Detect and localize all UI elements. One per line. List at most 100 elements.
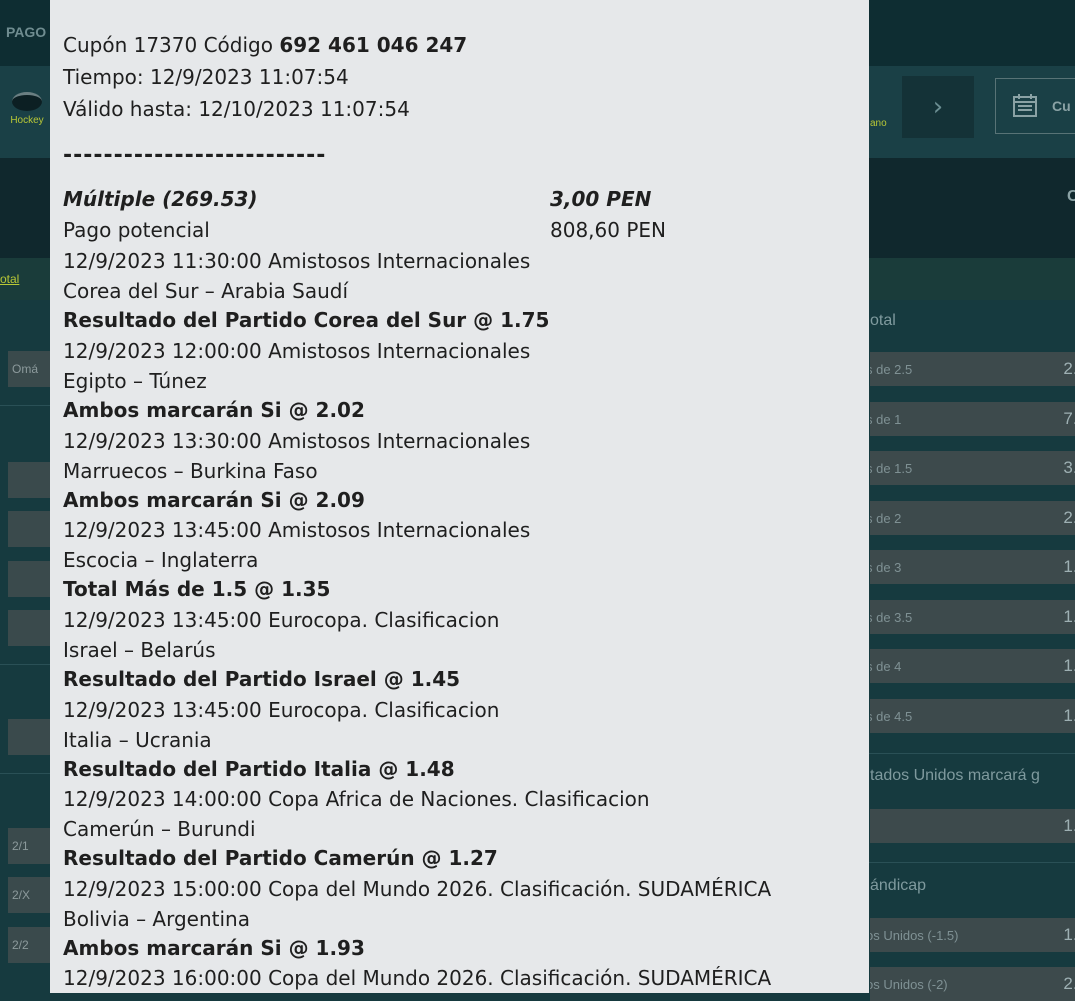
odd-row[interactable]: s de 1.5 3.8 — [870, 451, 1075, 485]
odd-row[interactable]: 1.0 — [870, 809, 1075, 843]
divider — [869, 862, 1075, 863]
payout-value: 808,60 PEN — [550, 218, 666, 242]
payout-label: Pago potencial — [63, 218, 210, 242]
selection-pick: Ambos marcarán Si @ 1.93 — [63, 936, 365, 960]
odd-value: 1.1 — [1063, 656, 1075, 675]
market-title-total: otal — [870, 312, 896, 329]
odd-row[interactable]: s de 2 2.9 — [870, 501, 1075, 535]
market-title-handicap: ándicap — [870, 877, 927, 894]
selection-event: 12/9/2023 12:00:00 Amistosos Internacion… — [63, 339, 531, 363]
odd-value: 2.2 — [1063, 974, 1075, 993]
selection-event: 12/9/2023 13:45:00 Eurocopa. Clasificaci… — [63, 698, 500, 722]
header-text: C — [1067, 188, 1075, 205]
odd-label: s de 3 — [870, 559, 902, 575]
odd-label: Omá — [12, 362, 39, 376]
odd-value: 1.7 — [1063, 925, 1075, 944]
odd-row[interactable]: s de 3 1.6 — [870, 550, 1075, 584]
selection-event: 12/9/2023 13:30:00 Amistosos Internacion… — [63, 429, 531, 453]
selection-event: 12/9/2023 14:00:00 Copa Africa de Nacion… — [63, 787, 650, 811]
selection-pick: Resultado del Partido Corea del Sur @ 1.… — [63, 308, 550, 332]
selection-match: Egipto – Túnez — [63, 369, 207, 393]
odd-label: s de 1.5 — [870, 460, 913, 476]
odd-value: 1.1 — [1063, 706, 1075, 725]
receipt-separator: -------------------------- — [63, 0, 326, 9]
selection-event: 12/9/2023 11:30:00 Amistosos Internacion… — [63, 249, 531, 273]
divider — [0, 664, 50, 665]
market-odd-button[interactable] — [8, 462, 50, 498]
odd-label: os Unidos (-2) — [870, 976, 948, 992]
odd-label: 2/X — [12, 888, 31, 902]
receipt-separator: -------------------------- — [63, 143, 327, 168]
market-odd-button[interactable] — [8, 719, 50, 755]
divider — [0, 773, 50, 774]
odd-label: 2/1 — [12, 839, 29, 853]
receipt-time: Tiempo: 12/9/2023 11:07:54 — [63, 65, 349, 89]
payment-label[interactable]: PAGO — [6, 24, 46, 40]
odd-row[interactable]: os Unidos (-2) 2.2 — [870, 967, 1075, 1001]
market-odd-button[interactable]: 2/X — [8, 877, 50, 913]
bet-stake: 3,00 PEN — [550, 187, 652, 211]
selection-event: 12/9/2023 15:00:00 Copa del Mundo 2026. … — [63, 877, 772, 901]
calendar-icon — [1013, 94, 1037, 117]
coupon-button[interactable]: Cu — [995, 78, 1075, 134]
coupon-code[interactable]: 692 461 046 247 — [279, 33, 467, 57]
divider — [869, 753, 1075, 754]
odd-value: 3.8 — [1063, 458, 1075, 477]
selection-match: Escocia – Inglaterra — [63, 548, 259, 572]
receipt-valid-until: Válido hasta: 12/10/2023 11:07:54 — [63, 97, 410, 121]
odd-value: 2.0 — [1063, 359, 1075, 378]
market-odd-button[interactable] — [8, 561, 50, 597]
tab-total[interactable]: otal — [0, 272, 19, 286]
selection-pick: Ambos marcarán Si @ 2.09 — [63, 488, 365, 512]
odd-value: 1.6 — [1063, 557, 1075, 576]
odd-label: s de 4.5 — [870, 708, 913, 724]
selection-event: 12/9/2023 13:45:00 Eurocopa. Clasificaci… — [63, 608, 500, 632]
sport-item-hockey[interactable]: Hockey — [4, 92, 50, 132]
odd-row[interactable]: os Unidos (-1.5) 1.7 — [870, 918, 1075, 952]
market-odd-button[interactable]: Omá — [8, 351, 50, 387]
market-odd-button[interactable]: 2/1 — [8, 828, 50, 864]
market-odd-button[interactable] — [8, 511, 50, 547]
selection-match: Italia – Ucrania — [63, 728, 212, 752]
chevron-right-icon: › — [932, 92, 944, 122]
odd-value: 7.8 — [1063, 409, 1075, 428]
bet-type: Múltiple (269.53) — [63, 187, 258, 211]
odd-value: 1.0 — [1063, 816, 1075, 835]
odd-row[interactable]: s de 1 7.8 — [870, 402, 1075, 436]
odd-value: 1.4 — [1063, 607, 1075, 626]
coupon-line: Cupón 17370 Código 692 461 046 247 — [63, 30, 467, 60]
selection-pick: Resultado del Partido Camerún @ 1.27 — [63, 846, 498, 870]
selection-pick: Resultado del Partido Italia @ 1.48 — [63, 757, 455, 781]
odd-row[interactable]: s de 3.5 1.4 — [870, 600, 1075, 634]
selection-match: Camerún – Burundi — [63, 817, 256, 841]
hockey-puck-icon — [12, 92, 42, 111]
odd-label: s de 2.5 — [870, 361, 913, 377]
selection-match: Marruecos – Burkina Faso — [63, 459, 318, 483]
selection-match: Corea del Sur – Arabia Saudí — [63, 279, 349, 303]
odd-label: s de 4 — [870, 658, 902, 674]
odd-label: os Unidos (-1.5) — [870, 927, 959, 943]
odd-row[interactable]: s de 2.5 2.0 — [870, 352, 1075, 386]
market-title-team-score: tados Unidos marcará g — [870, 767, 1040, 784]
selection-event: 12/9/2023 13:45:00 Amistosos Internacion… — [63, 518, 531, 542]
divider — [0, 405, 50, 406]
odd-label: s de 2 — [870, 510, 902, 526]
odd-label: 2/2 — [12, 938, 29, 952]
market-odd-button[interactable] — [8, 610, 50, 646]
sport-item-label[interactable]: ano — [870, 118, 887, 129]
odd-label: s de 1 — [870, 411, 902, 427]
selection-event: 12/9/2023 16:00:00 Copa del Mundo 2026. … — [63, 966, 772, 990]
next-sports-button[interactable]: › — [902, 76, 974, 138]
bet-receipt: -------------------------- Cupón 17370 C… — [50, 0, 869, 993]
coupon-button-label: Cu — [1052, 98, 1071, 114]
odd-row[interactable]: s de 4 1.1 — [870, 649, 1075, 683]
market-odd-button[interactable]: 2/2 — [8, 927, 50, 963]
odd-value: 2.9 — [1063, 508, 1075, 527]
sport-item-label: Hockey — [10, 115, 44, 126]
selection-pick: Total Más de 1.5 @ 1.35 — [63, 577, 331, 601]
selection-pick: Ambos marcarán Si @ 2.02 — [63, 398, 365, 422]
odd-row[interactable]: s de 4.5 1.1 — [870, 699, 1075, 733]
selection-match: Israel – Belarús — [63, 638, 216, 662]
coupon-prefix: Cupón 17370 Código — [63, 33, 280, 57]
selection-pick: Resultado del Partido Israel @ 1.45 — [63, 667, 461, 691]
